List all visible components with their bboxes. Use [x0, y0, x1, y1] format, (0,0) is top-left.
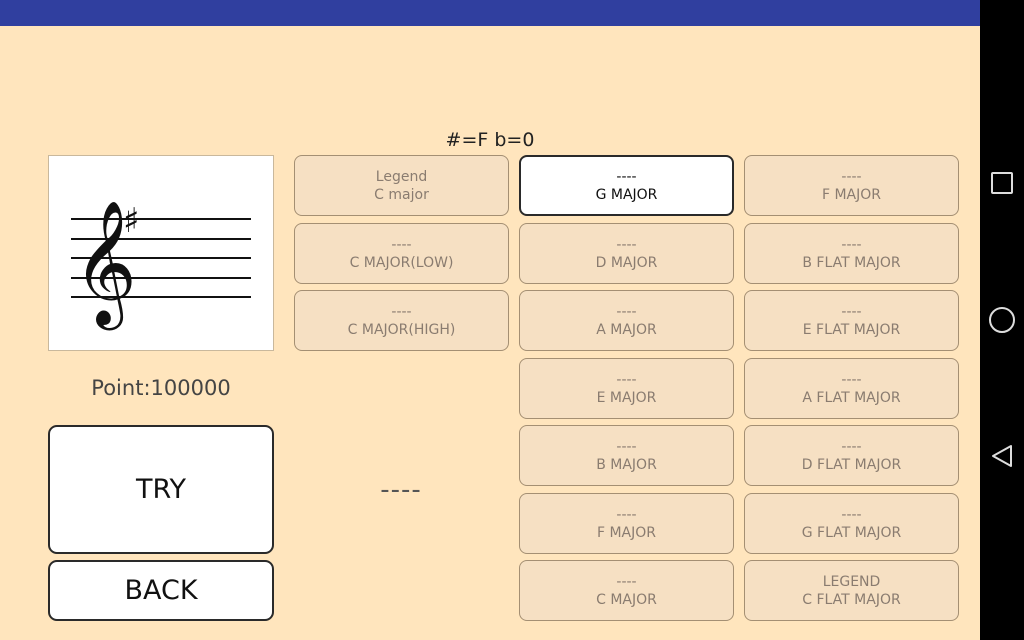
key-button-c-flat-major[interactable]: LEGEND C FLAT MAJOR	[744, 560, 959, 621]
key-button-b-flat-major[interactable]: ---- B FLAT MAJOR	[744, 223, 959, 284]
key-button-top: ----	[391, 303, 412, 320]
key-button-g-flat-major[interactable]: ---- G FLAT MAJOR	[744, 493, 959, 554]
square-icon	[991, 172, 1013, 194]
key-button-top: ----	[841, 438, 862, 455]
key-button-c-major-legend[interactable]: Legend C major	[294, 155, 509, 216]
recents-button[interactable]	[980, 161, 1024, 205]
key-button-top: ----	[616, 506, 637, 523]
key-button-label: B FLAT MAJOR	[802, 254, 901, 271]
key-button-label: D FLAT MAJOR	[801, 456, 902, 473]
key-button-top: ----	[841, 371, 862, 388]
circle-icon	[989, 307, 1015, 333]
key-button-top: ----	[616, 168, 637, 185]
key-button-label: C MAJOR(LOW)	[349, 254, 454, 271]
key-button-top: ----	[841, 236, 862, 253]
key-button-label: E FLAT MAJOR	[802, 321, 901, 338]
key-button-label: C FLAT MAJOR	[802, 591, 901, 608]
status-bar	[0, 0, 980, 26]
key-button-f-major[interactable]: ---- F MAJOR	[744, 155, 959, 216]
key-button-c-major[interactable]: ---- C MAJOR	[519, 560, 734, 621]
key-button-top: ----	[841, 506, 862, 523]
key-button-e-major[interactable]: ---- E MAJOR	[519, 358, 734, 419]
key-button-top: ----	[391, 236, 412, 253]
key-button-b-major[interactable]: ---- B MAJOR	[519, 425, 734, 486]
try-button[interactable]: TRY	[48, 425, 274, 554]
key-button-top: ----	[616, 438, 637, 455]
key-button-label: A FLAT MAJOR	[802, 389, 901, 406]
staff-display: 𝄞 ♯	[48, 155, 274, 351]
key-button-top: ----	[841, 168, 862, 185]
staff-notation: 𝄞 ♯	[71, 200, 251, 330]
key-button-label: G MAJOR	[595, 186, 658, 203]
key-button-label: C MAJOR	[596, 591, 657, 608]
sharp-icon: ♯	[123, 201, 139, 241]
key-button-c-major-high[interactable]: ---- C MAJOR(HIGH)	[294, 290, 509, 351]
back-nav-button[interactable]	[980, 434, 1024, 478]
key-button-f-major-sharps[interactable]: ---- F MAJOR	[519, 493, 734, 554]
key-button-label: C major	[374, 186, 429, 203]
key-button-label: G FLAT MAJOR	[801, 524, 902, 541]
key-button-top: Legend	[375, 168, 428, 185]
key-button-label: F MAJOR	[821, 186, 882, 203]
key-button-label: D MAJOR	[595, 254, 658, 271]
key-button-a-flat-major[interactable]: ---- A FLAT MAJOR	[744, 358, 959, 419]
key-button-label: E MAJOR	[596, 389, 657, 406]
key-button-top: LEGEND	[822, 573, 881, 590]
key-button-label: B MAJOR	[596, 456, 657, 473]
key-button-g-major[interactable]: ---- G MAJOR	[519, 155, 734, 216]
key-button-label: C MAJOR(HIGH)	[347, 321, 456, 338]
key-button-d-flat-major[interactable]: ---- D FLAT MAJOR	[744, 425, 959, 486]
navigation-bar	[980, 0, 1024, 640]
key-button-e-flat-major[interactable]: ---- E FLAT MAJOR	[744, 290, 959, 351]
key-signature-label: #=F b=0	[445, 129, 535, 151]
key-button-top: ----	[616, 236, 637, 253]
key-button-label: A MAJOR	[596, 321, 657, 338]
key-button-d-major[interactable]: ---- D MAJOR	[519, 223, 734, 284]
triangle-back-icon	[992, 445, 1012, 467]
home-button[interactable]	[980, 298, 1024, 342]
key-button-label: F MAJOR	[596, 524, 657, 541]
key-button-top: ----	[616, 573, 637, 590]
key-button-top: ----	[841, 303, 862, 320]
answer-display: ----	[380, 475, 422, 505]
key-button-a-major[interactable]: ---- A MAJOR	[519, 290, 734, 351]
point-counter: Point:100000	[91, 376, 231, 400]
key-button-top: ----	[616, 371, 637, 388]
back-button[interactable]: BACK	[48, 560, 274, 621]
key-button-c-major-low[interactable]: ---- C MAJOR(LOW)	[294, 223, 509, 284]
key-button-top: ----	[616, 303, 637, 320]
